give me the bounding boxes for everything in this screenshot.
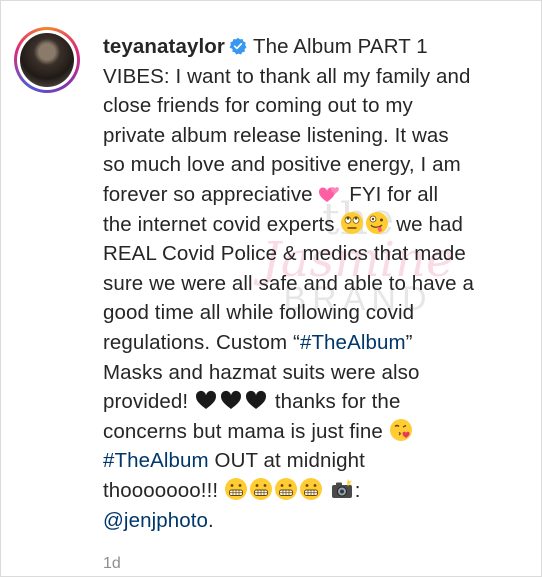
caption-line: . <box>208 508 214 532</box>
caption-line: forever so appreciative <box>103 182 313 206</box>
caption-line: ” <box>405 330 413 354</box>
black-heart-emoji <box>219 388 243 412</box>
face-rolling-eyes-emoji <box>340 211 364 235</box>
zany-face-emoji <box>365 211 389 235</box>
avatar[interactable] <box>20 33 74 87</box>
grimacing-face-emoji <box>299 477 323 501</box>
post-caption: teyanataylor The Album PART 1 VIBES: I wa… <box>103 32 531 535</box>
caption-line: so much love and positive energy, I am <box>103 153 461 177</box>
verified-badge-icon <box>229 34 247 55</box>
mention-link[interactable]: @jenjphoto <box>103 509 208 532</box>
caption-line: VIBES: I want to thank all my family and <box>103 64 471 88</box>
caption-line: REAL Covid Police & medics that made <box>103 242 466 266</box>
caption-line: thooooooo!!! <box>103 478 219 502</box>
hashtag-link[interactable]: #TheAlbum <box>300 331 406 354</box>
caption-line: concerns but mama is just fine <box>103 419 383 443</box>
username-link[interactable]: teyanataylor <box>103 35 225 58</box>
grimacing-face-emoji <box>224 477 248 501</box>
story-ring[interactable] <box>14 27 80 93</box>
caption-line: good time all while following covid <box>103 301 415 325</box>
caption-line: private album release listening. It was <box>103 123 449 147</box>
caption-line: The Album PART 1 <box>252 35 428 58</box>
caption-line: the internet covid experts <box>103 212 335 236</box>
timestamp[interactable]: 1d <box>103 555 121 573</box>
caption-line: regulations. Custom “ <box>103 330 300 354</box>
black-heart-emoji <box>244 388 268 412</box>
caption-line: we had <box>396 212 463 236</box>
grimacing-face-emoji <box>274 477 298 501</box>
caption-line: Masks and hazmat suits were also <box>103 360 420 384</box>
caption-line: sure we were all safe and able to have a <box>103 271 474 295</box>
caption-line: close friends for coming out to my <box>103 94 413 118</box>
caption-line: : <box>354 478 361 502</box>
black-heart-emoji <box>194 388 218 412</box>
face-blowing-kiss-emoji <box>389 418 413 442</box>
hashtag-link[interactable]: #TheAlbum <box>103 449 209 472</box>
caption-line: thanks for the <box>274 390 401 414</box>
caption-line: FYI for all <box>349 182 439 206</box>
grimacing-face-emoji <box>249 477 273 501</box>
caption-line: provided! <box>103 390 189 414</box>
camera-flash-emoji <box>330 477 354 501</box>
caption-line: OUT at midnight <box>208 449 365 473</box>
two-hearts-emoji <box>318 181 342 205</box>
